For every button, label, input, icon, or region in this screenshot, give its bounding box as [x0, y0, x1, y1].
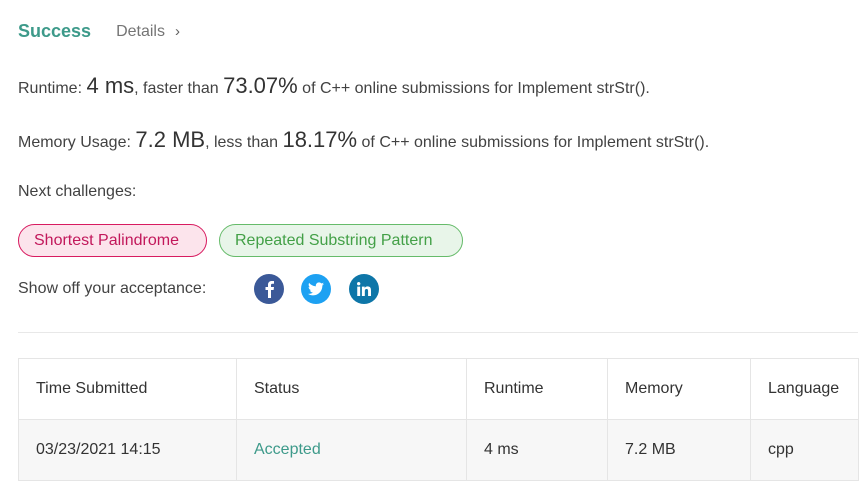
table-header-row: Time Submitted Status Runtime Memory Lan…	[18, 358, 859, 420]
result-header: Success Details ›	[18, 21, 180, 42]
column-status: Status	[236, 358, 467, 420]
runtime-percent: 73.07%	[223, 73, 298, 98]
details-label: Details	[116, 22, 165, 40]
twitter-icon[interactable]	[301, 274, 331, 304]
cell-memory: 7.2 MB	[607, 419, 751, 481]
column-language: Language	[750, 358, 859, 420]
memory-label: Memory Usage:	[18, 134, 136, 151]
facebook-icon[interactable]	[254, 274, 284, 304]
memory-stat: Memory Usage: 7.2 MB, less than 18.17% o…	[18, 127, 709, 153]
runtime-comparison: , faster than	[134, 80, 224, 97]
memory-comparison: , less than	[205, 134, 283, 151]
runtime-value: 4 ms	[86, 73, 135, 98]
runtime-suffix: of C++ online submissions for Implement …	[297, 80, 650, 97]
challenge-chip-repeated-substring-pattern[interactable]: Repeated Substring Pattern	[219, 224, 463, 257]
column-runtime: Runtime	[466, 358, 608, 420]
memory-value: 7.2 MB	[135, 127, 206, 152]
memory-suffix: of C++ online submissions for Implement …	[357, 134, 710, 151]
share-label: Show off your acceptance:	[18, 280, 207, 297]
column-memory: Memory	[607, 358, 751, 420]
next-challenges-label: Next challenges:	[18, 183, 137, 200]
details-link[interactable]: Details ›	[116, 23, 180, 41]
runtime-label: Runtime:	[18, 80, 87, 97]
table-row: 03/23/2021 14:15 Accepted 4 ms 7.2 MB cp…	[18, 419, 859, 481]
cell-language: cpp	[750, 419, 859, 481]
cell-status: Accepted	[236, 419, 467, 481]
submissions-table: Time Submitted Status Runtime Memory Lan…	[18, 358, 859, 481]
cell-time-submitted: 03/23/2021 14:15	[18, 419, 237, 481]
chevron-right-icon: ›	[174, 23, 180, 40]
linkedin-icon[interactable]	[349, 274, 379, 304]
memory-percent: 18.17%	[282, 127, 358, 152]
section-divider	[18, 332, 858, 333]
challenge-chip-shortest-palindrome[interactable]: Shortest Palindrome	[18, 224, 207, 257]
status-title: Success	[18, 21, 92, 41]
cell-runtime: 4 ms	[466, 419, 608, 481]
status-accepted-link[interactable]: Accepted	[254, 441, 321, 458]
runtime-stat: Runtime: 4 ms, faster than 73.07% of C++…	[18, 73, 650, 99]
column-time-submitted: Time Submitted	[18, 358, 237, 420]
